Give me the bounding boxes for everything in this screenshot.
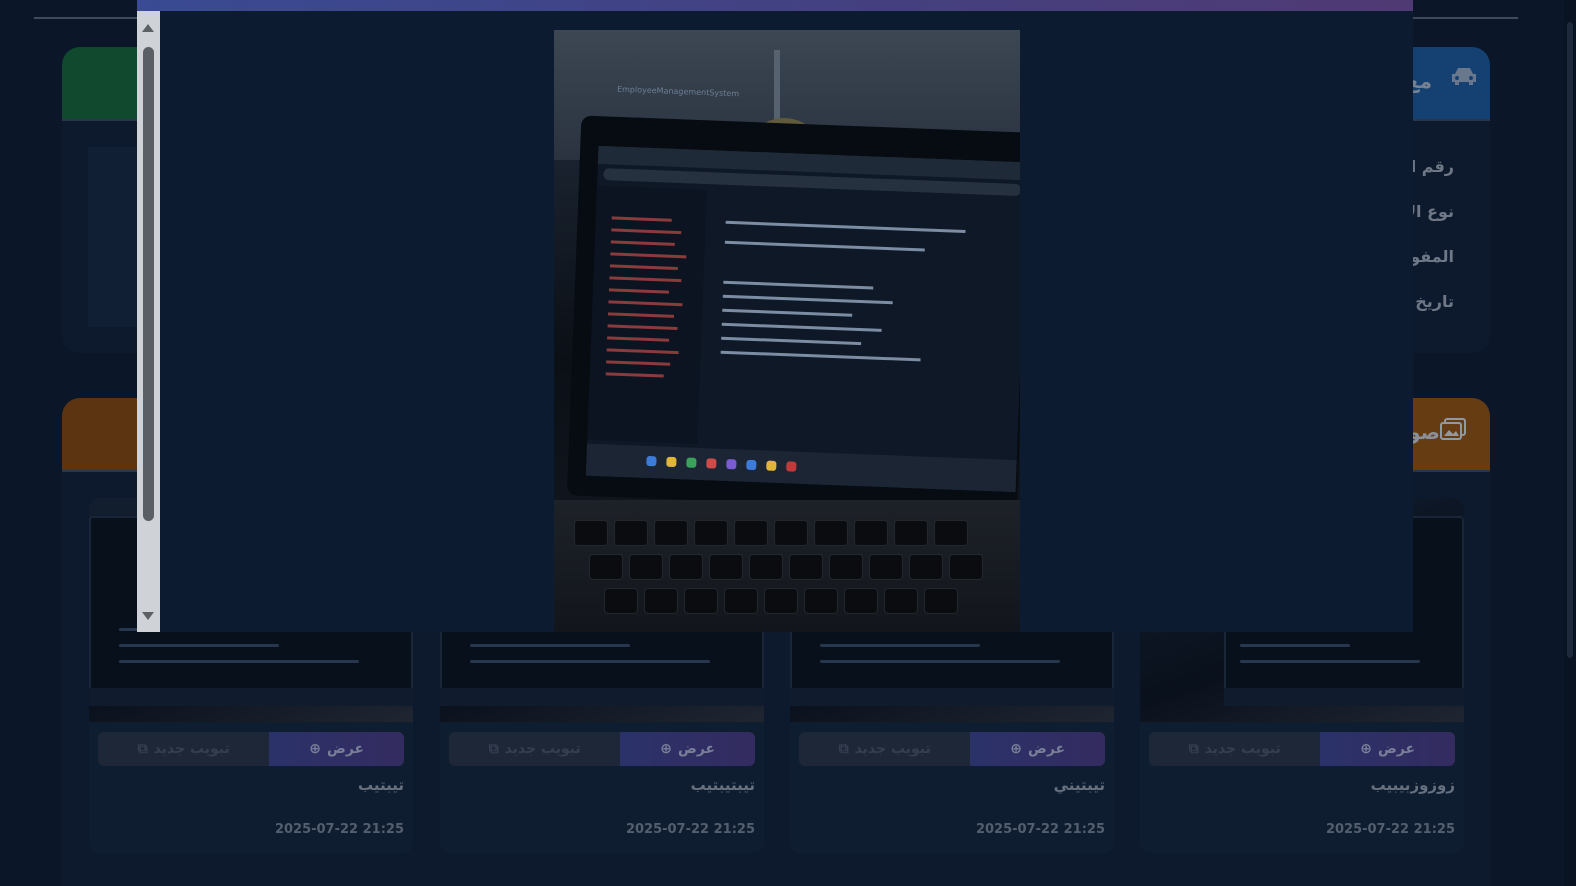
modal-scrollbar-thumb[interactable] (143, 47, 154, 521)
photo-keyboard (554, 500, 1020, 632)
preview-image: EmployeeManagementSystem (554, 30, 1020, 632)
scroll-up-arrow-icon[interactable] (142, 24, 154, 32)
modal-top-bar (137, 0, 1413, 11)
photo-browser-window (585, 145, 1020, 493)
image-preview-modal: EmployeeManagementSystem (137, 0, 1413, 632)
modal-scrollbar[interactable] (137, 11, 160, 632)
scroll-down-arrow-icon[interactable] (142, 612, 154, 620)
